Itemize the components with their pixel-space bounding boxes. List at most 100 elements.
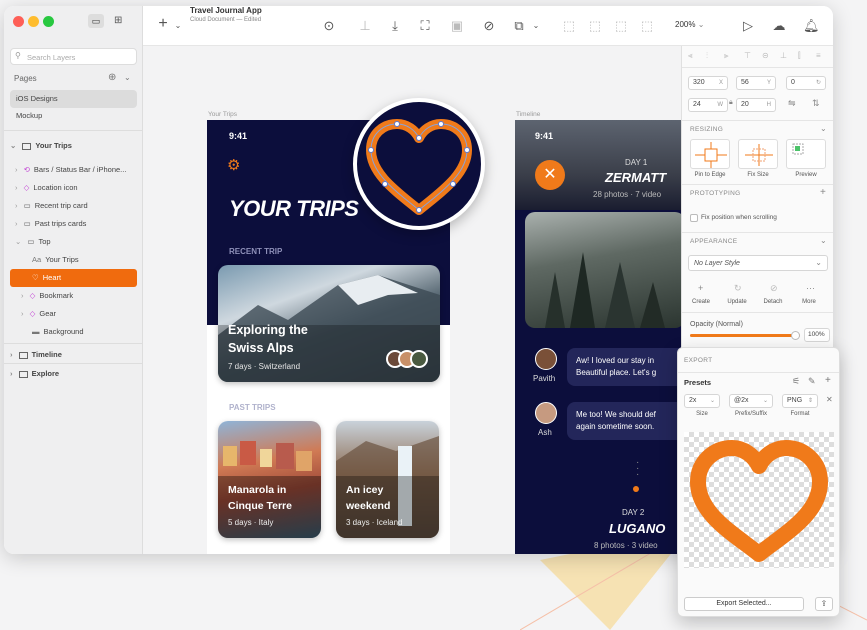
height-field[interactable]: 20 H	[736, 98, 776, 112]
play-icon[interactable]: ▷	[740, 18, 756, 34]
heart-icon[interactable]	[357, 102, 481, 226]
sliders-icon[interactable]: ⚟	[792, 376, 800, 387]
export-format-select[interactable]: PNG ⇕	[782, 394, 818, 408]
layer-gear[interactable]: › ◇ Gear	[4, 305, 143, 323]
avatar	[410, 350, 428, 368]
design-canvas[interactable]: Your Trips Timeline 9:41 ⚙ YOUR TRIPS RE…	[143, 46, 681, 554]
subtract-icon[interactable]: ⬚	[587, 18, 603, 34]
distribute-icon[interactable]: ⊥	[357, 18, 373, 34]
layer-your-trips-text[interactable]: Aa Your Trips	[4, 251, 143, 269]
detach-style-icon[interactable]: ⊘	[770, 283, 778, 294]
zoom-window-button[interactable]	[43, 16, 54, 27]
appearance-heading: APPEARANCE	[690, 238, 738, 245]
layer-artboard-timeline[interactable]: › Timeline	[4, 346, 143, 364]
gear-icon[interactable]: ⚙	[227, 156, 240, 174]
layer-style-select[interactable]: No Layer Style ⌄	[688, 255, 828, 271]
components-icon[interactable]: ⊞	[114, 14, 128, 28]
opacity-slider[interactable]	[690, 331, 800, 340]
layer-status-bar[interactable]: › ⟲ Bars / Status Bar / iPhone...	[4, 161, 143, 179]
export-suffix-field[interactable]: @2x ⌄	[729, 394, 773, 408]
page-item-ios-designs[interactable]: iOS Designs	[10, 90, 137, 108]
layer-bookmark[interactable]: › ◇ Bookmark	[4, 287, 143, 305]
share-button[interactable]: ⇪	[815, 597, 833, 611]
pin-to-edge-control[interactable]	[690, 139, 730, 169]
remove-export-icon[interactable]: ✕	[826, 395, 833, 404]
rotation-field[interactable]: 0 ↻	[786, 76, 826, 90]
layer-recent-trip-card[interactable]: › ▭ Recent trip card	[4, 197, 143, 215]
sidebar-toggle-icon[interactable]: ▭	[88, 14, 104, 28]
bell-icon[interactable]: 🔔︎	[803, 18, 820, 34]
chevron-down-icon[interactable]: ⌄	[820, 236, 827, 245]
opacity-slider-knob[interactable]	[791, 331, 800, 340]
flip-horizontal-icon[interactable]: ⇋	[788, 98, 796, 109]
chevron-down-icon[interactable]: ⌄	[124, 73, 131, 82]
recent-trip-card[interactable]: Exploring the Swiss Alps 7 days · Switze…	[218, 265, 440, 382]
align-bottom-icon[interactable]: ⊥	[780, 51, 787, 60]
width-field[interactable]: 24 W	[688, 98, 728, 112]
add-icon[interactable]: +	[820, 187, 826, 198]
add-export-icon[interactable]: +	[825, 375, 831, 386]
union-icon[interactable]: ⬚	[561, 18, 577, 34]
artboard-label[interactable]: Your Trips	[208, 111, 237, 118]
insert-layer-icon[interactable]: ⤓	[387, 18, 403, 34]
artboard-timeline[interactable]: 9:41 ✕ DAY 1 ZERMATT 28 photos · 7 video…	[515, 120, 681, 554]
more-icon[interactable]: ···	[806, 283, 815, 293]
search-input[interactable]: ⚲ Search Layers	[10, 48, 137, 65]
align-middle-icon[interactable]: ⊝	[762, 51, 769, 60]
align-center-icon[interactable]: ⫶	[706, 51, 708, 61]
lock-icon[interactable]: 🔒︎	[729, 99, 733, 107]
align-left-icon[interactable]: ⫷	[688, 51, 693, 61]
align-top-icon[interactable]: ⊤	[744, 51, 751, 60]
minimize-window-button[interactable]	[28, 16, 39, 27]
symbol-toolbar-icon[interactable]: ⊙	[321, 18, 337, 34]
flip-vertical-icon[interactable]: ⇅	[812, 98, 820, 109]
intersect-icon[interactable]: ⬚	[613, 18, 629, 34]
slice-icon[interactable]: ✎	[808, 376, 816, 387]
distribute-h-icon[interactable]: ⫿	[798, 51, 801, 61]
close-icon[interactable]: ✕	[535, 160, 565, 190]
edit-icon[interactable]: ⊘	[481, 18, 497, 34]
height-unit: H	[766, 102, 771, 108]
opacity-field[interactable]: 100%	[804, 328, 830, 342]
x-field[interactable]: 320 X	[688, 76, 728, 90]
past-trip-card-manarola[interactable]: Manarola in Cinque Terre 5 days · Italy	[218, 421, 321, 538]
status-time: 9:41	[535, 131, 554, 141]
create-style-icon[interactable]: +	[698, 283, 703, 293]
insert-plus-icon[interactable]: +	[155, 16, 171, 32]
distribute-v-icon[interactable]: ≡	[816, 51, 821, 60]
zoom-control[interactable]: 200% ⌄	[675, 20, 704, 34]
layer-past-trips-cards[interactable]: › ▭ Past trips cards	[4, 215, 143, 233]
layer-background[interactable]: ▬ Background	[4, 323, 143, 341]
scale-icon[interactable]: ⛶	[417, 18, 433, 34]
transform-icon[interactable]: ⧉	[511, 18, 527, 34]
boolean-icon[interactable]: ▣	[449, 18, 465, 34]
layer-artboard-your-trips[interactable]: ⌄ Your Trips	[4, 137, 143, 155]
chevron-down-icon[interactable]: ⌄	[528, 18, 544, 34]
card-meta: 3 days · Iceland	[346, 518, 403, 527]
layer-location-icon[interactable]: › ◇ Location icon	[4, 179, 143, 197]
chevron-down-icon[interactable]: ⌄	[170, 18, 186, 34]
difference-icon[interactable]: ⬚	[639, 18, 655, 34]
fix-position-checkbox[interactable]	[690, 214, 698, 222]
day-label: DAY 2	[622, 508, 645, 517]
update-style-icon[interactable]: ↻	[734, 283, 742, 294]
add-page-icon[interactable]: ⊕	[108, 72, 116, 83]
chat-line2: again sometime soon.	[576, 422, 655, 431]
close-window-button[interactable]	[13, 16, 24, 27]
artboard-label[interactable]: Timeline	[516, 111, 540, 118]
export-selected-button[interactable]: Export Selected...	[684, 597, 804, 611]
layer-artboard-explore[interactable]: › Explore	[4, 365, 143, 383]
page-item-mockup[interactable]: Mockup	[4, 107, 143, 125]
forest-photo[interactable]	[525, 212, 681, 328]
layer-top[interactable]: ⌄ ▭ Top	[4, 233, 143, 251]
export-size-select[interactable]: 2x ⌄	[684, 394, 720, 408]
card-title-line1: Manarola in	[228, 484, 287, 496]
layer-heart-selected[interactable]: ♡ Heart	[10, 269, 137, 287]
y-value: 56	[741, 79, 749, 86]
align-right-icon[interactable]: ⫸	[724, 51, 729, 61]
fix-size-control[interactable]	[738, 139, 778, 169]
cloud-icon[interactable]: ☁	[771, 18, 787, 34]
chevron-down-icon[interactable]: ⌄	[820, 124, 827, 133]
past-trip-card-iceland[interactable]: An icey weekend 3 days · Iceland	[336, 421, 439, 538]
y-field[interactable]: 56 Y	[736, 76, 776, 90]
